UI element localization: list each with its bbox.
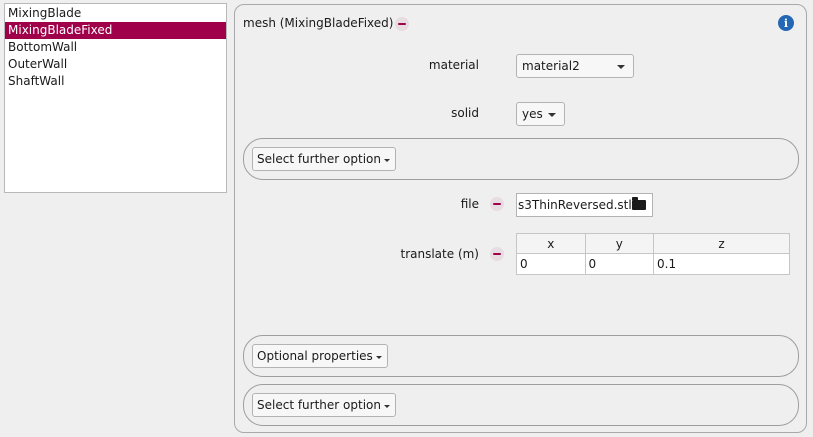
translate-label: translate (m) [400, 247, 480, 261]
solid-label: solid [451, 106, 479, 120]
remove-translate-icon[interactable] [490, 247, 504, 261]
remove-file-icon[interactable] [490, 197, 504, 211]
further-option-group: Select further option [243, 138, 799, 180]
list-item-outerwall[interactable]: OuterWall [5, 56, 226, 73]
translate-header-y: y [584, 233, 655, 254]
material-select[interactable]: material2 [516, 54, 634, 78]
list-item-bottomwall[interactable]: BottomWall [5, 39, 226, 56]
chevron-down-icon [383, 159, 390, 162]
file-label: file [460, 197, 479, 211]
list-item-mixingbladefixed[interactable]: MixingBladeFixed [5, 22, 226, 39]
chevron-down-icon [548, 113, 556, 117]
panel-title: mesh (MixingBladeFixed) [243, 16, 394, 30]
select-further-option-button[interactable]: Select further option [252, 147, 396, 171]
info-icon[interactable]: i [778, 15, 794, 31]
object-list[interactable]: MixingBlade MixingBladeFixed BottomWall … [4, 3, 227, 193]
translate-x-cell[interactable]: 0 [516, 253, 586, 275]
optional-properties-group: Optional properties [243, 335, 799, 377]
translate-header-z: z [653, 233, 790, 254]
list-item-shaftwall[interactable]: ShaftWall [5, 73, 226, 90]
optional-properties-label: Optional properties [257, 349, 373, 363]
list-item-mixingblade[interactable]: MixingBlade [5, 5, 226, 22]
file-field[interactable]: s3ThinReversed.stl [516, 193, 653, 217]
select-further-option-button-2[interactable]: Select further option [252, 393, 396, 417]
select-further-option-label: Select further option [257, 152, 381, 166]
mesh-properties-panel: mesh (MixingBladeFixed) i material mater… [234, 4, 807, 433]
optional-properties-button[interactable]: Optional properties [252, 344, 388, 368]
solid-value: yes [522, 107, 543, 121]
chevron-down-icon [375, 356, 382, 359]
translate-y-cell[interactable]: 0 [584, 253, 655, 275]
translate-z-cell[interactable]: 0.1 [653, 253, 790, 275]
folder-icon[interactable] [632, 197, 646, 210]
material-value: material2 [522, 59, 580, 73]
chevron-down-icon [383, 405, 390, 408]
material-label: material [428, 58, 479, 72]
translate-table: x y z 0 0 0.1 [516, 233, 790, 275]
remove-mesh-icon[interactable] [395, 17, 409, 31]
file-value: s3ThinReversed.stl [518, 198, 632, 212]
solid-select[interactable]: yes [516, 102, 565, 126]
select-further-option-label-2: Select further option [257, 398, 381, 412]
translate-header-x: x [516, 233, 586, 254]
chevron-down-icon [617, 65, 625, 69]
further-option-group-2: Select further option [243, 384, 799, 426]
